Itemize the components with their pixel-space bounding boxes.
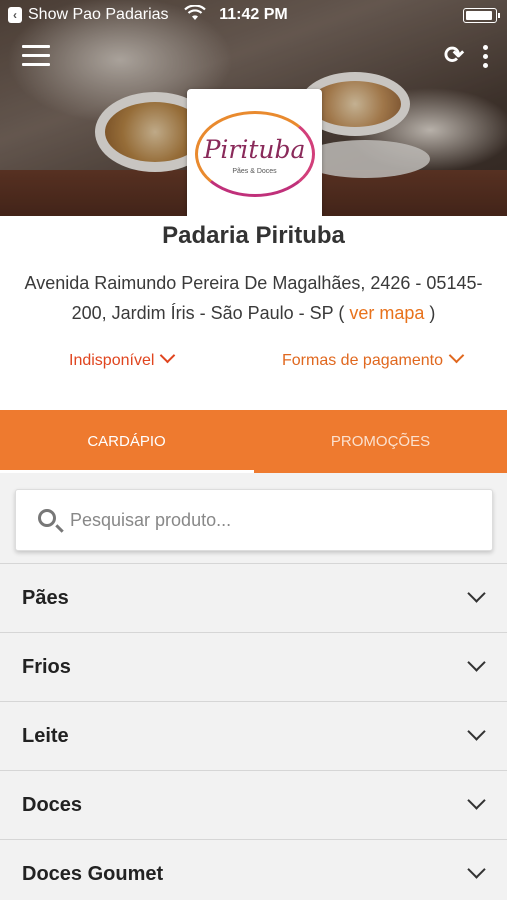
logo-tagline: Pães & Doces — [232, 168, 277, 175]
chevron-down-icon — [467, 791, 486, 810]
chevron-down-icon — [467, 584, 486, 603]
hamburger-menu-icon[interactable] — [22, 45, 50, 67]
availability-label: Indisponível — [69, 352, 155, 369]
category-label: Pães — [22, 587, 69, 609]
refresh-icon[interactable]: ⟳ — [440, 42, 468, 70]
category-label: Frios — [22, 656, 71, 678]
category-item-paes[interactable]: Pães — [0, 563, 507, 632]
battery-icon — [463, 8, 500, 23]
tab-bar: CARDÁPIO PROMOÇÕES — [0, 410, 507, 473]
category-list: Pães Frios Leite Doces Doces Goumet — [0, 563, 507, 900]
category-label: Leite — [22, 725, 69, 747]
search-box[interactable] — [15, 489, 493, 551]
search-icon — [38, 509, 56, 527]
logo-name: Pirituba — [203, 135, 306, 164]
category-item-leite[interactable]: Leite — [0, 701, 507, 770]
payment-label: Formas de pagamento — [282, 352, 443, 369]
more-vertical-icon[interactable] — [476, 42, 494, 72]
tab-promocoes[interactable]: PROMOÇÕES — [254, 410, 507, 473]
map-link[interactable]: ver mapa — [349, 303, 424, 323]
category-item-frios[interactable]: Frios — [0, 632, 507, 701]
chevron-down-icon — [467, 653, 486, 672]
chevron-down-icon — [467, 722, 486, 741]
address-end: ) — [424, 303, 436, 323]
status-bar: ‹ Show Pao Padarias 11:42 PM — [0, 0, 507, 30]
category-item-doces-goumet[interactable]: Doces Goumet — [0, 839, 507, 900]
store-info: Padaria Pirituba Avenida Raimundo Pereir… — [0, 216, 507, 410]
chevron-down-icon — [448, 347, 465, 364]
store-logo: Pirituba Pães & Doces — [187, 89, 322, 224]
category-label: Doces — [22, 794, 83, 816]
store-address: Avenida Raimundo Pereira De Magalhães, 2… — [12, 268, 495, 328]
category-label: Doces Goumet — [22, 863, 164, 885]
chevron-down-icon — [467, 860, 486, 879]
payment-methods-dropdown[interactable]: Formas de pagamento — [282, 347, 465, 370]
tab-cardapio[interactable]: CARDÁPIO — [0, 410, 253, 473]
store-name: Padaria Pirituba — [162, 222, 345, 249]
status-time: 11:42 PM — [219, 6, 288, 23]
search-input[interactable] — [70, 506, 470, 534]
chevron-down-icon — [160, 347, 176, 364]
category-item-doces[interactable]: Doces — [0, 770, 507, 839]
active-tab-indicator — [0, 470, 254, 473]
availability-dropdown[interactable]: Indisponível — [69, 347, 176, 370]
